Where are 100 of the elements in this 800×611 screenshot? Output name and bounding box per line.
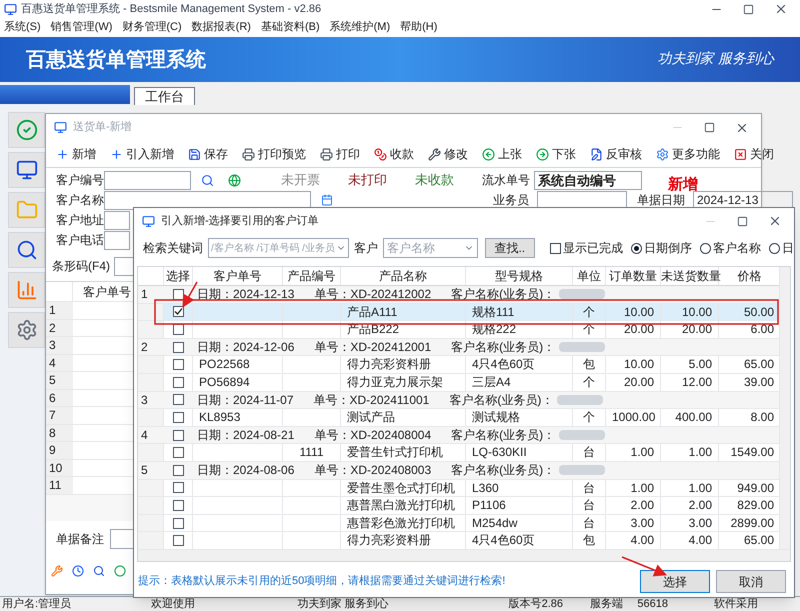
sort-radio[interactable]: 日 bbox=[769, 239, 794, 257]
column-header[interactable]: 客户单号 bbox=[73, 282, 131, 301]
menu-item[interactable]: 数据报表(R) bbox=[192, 19, 251, 36]
column-header[interactable]: 单位 bbox=[573, 267, 606, 285]
status-text: 软件采用 bbox=[713, 598, 758, 610]
menu-item[interactable]: 销售管理(W) bbox=[50, 19, 112, 36]
toolbar-button[interactable]: 新增 bbox=[56, 145, 96, 163]
table-row[interactable]: 1111 爱普生针式打印机 LQ-630KII 台 1.00 1.00 1549.00 bbox=[138, 444, 781, 462]
toolbar-button[interactable]: 打印 bbox=[320, 145, 360, 163]
table-cell: 1.00 bbox=[630, 480, 654, 495]
status-label: 未打印 bbox=[348, 171, 387, 190]
table-cell: 50.00 bbox=[744, 304, 774, 319]
row-number: 5 bbox=[140, 462, 149, 479]
table-row[interactable]: KL8953 测试产品 测试规格 个 1000.00 400.00 8.00 bbox=[138, 409, 781, 427]
table-row[interactable]: 惠普彩色激光打印机 M254dw 台 3.00 3.00 2899.00 bbox=[138, 514, 781, 532]
row-number: 10 bbox=[46, 460, 73, 476]
window-title: 送货单-新增 bbox=[73, 120, 132, 136]
toolbar-button[interactable]: 关闭 bbox=[734, 145, 774, 163]
order-date: 日期：2024-12-13 bbox=[197, 286, 294, 304]
order-number: 单号：XD-202411001 bbox=[314, 392, 430, 409]
customer-label: 客户名称(业务员)： bbox=[451, 339, 556, 356]
tab[interactable]: 工作台 bbox=[134, 87, 195, 105]
table-cell: 三层A4 bbox=[472, 374, 511, 389]
table-cell: 1549.00 bbox=[730, 445, 774, 460]
table-cell: 949.00 bbox=[737, 480, 774, 495]
hint-text: 提示：表格默认展示未引用的近50项明细，请根据需要通过关键词进行检索! bbox=[138, 574, 506, 590]
table-cell: 得力亮彩资料册 bbox=[347, 357, 431, 372]
toolbar-button[interactable]: 上张 bbox=[482, 145, 522, 163]
table-cell: 65.00 bbox=[744, 533, 774, 548]
order-date: 日期：2024-08-21 bbox=[197, 427, 294, 444]
table-cell: 10.00 bbox=[624, 357, 654, 372]
serial-number-field[interactable]: 系统自动编号 bbox=[534, 170, 642, 190]
field-label: 检索关键词 bbox=[143, 240, 203, 257]
order-date: 日期：2024-11-07 bbox=[197, 392, 294, 409]
column-header[interactable]: 产品编号 bbox=[283, 267, 341, 285]
table-cell: 39.00 bbox=[744, 374, 774, 389]
find-button[interactable]: 查找.. bbox=[484, 238, 535, 258]
sort-radio[interactable]: 日期倒序 bbox=[631, 239, 692, 257]
sort-radio[interactable]: 客户名称 bbox=[700, 239, 761, 257]
row-number: 8 bbox=[46, 424, 73, 441]
menu-item[interactable]: 系统(S) bbox=[4, 19, 41, 36]
toolbar-button[interactable]: 修改 bbox=[428, 145, 468, 163]
column-header[interactable]: 选择 bbox=[164, 267, 193, 285]
table-cell: 2899.00 bbox=[730, 516, 774, 530]
column-header[interactable]: 产品名称 bbox=[341, 267, 466, 285]
row-number: 3 bbox=[140, 392, 149, 408]
table-cell: M254dw bbox=[472, 516, 518, 530]
toolbar-button[interactable]: 保存 bbox=[188, 145, 228, 163]
status-text: 服务端 bbox=[589, 598, 623, 610]
table-cell: 得力亚克力展示架 bbox=[347, 374, 443, 389]
order-number: 单号：XD-202412001 bbox=[314, 339, 432, 356]
show-done-checkbox[interactable]: 显示已完成 bbox=[550, 239, 623, 257]
status-label: 未开票 bbox=[281, 171, 320, 190]
column-header[interactable]: 客户单号 bbox=[193, 267, 283, 285]
menu-item[interactable]: 财务管理(C) bbox=[122, 19, 182, 36]
field-label: 客户 bbox=[354, 240, 378, 257]
customer-label: 客户名称(业务员)： bbox=[451, 427, 556, 444]
table-cell: P1106 bbox=[472, 498, 506, 512]
menu-item[interactable]: 基础资料(B) bbox=[260, 19, 320, 36]
table-cell: KL8953 bbox=[199, 410, 240, 424]
table-cell: 20.00 bbox=[624, 322, 654, 336]
table-cell: 2.00 bbox=[630, 498, 654, 512]
field-label: 单据日期 bbox=[637, 192, 685, 209]
table-cell: 规格111 bbox=[472, 304, 514, 319]
column-header[interactable]: 型号规格 bbox=[466, 267, 573, 285]
dialog-button[interactable]: 取消 bbox=[716, 570, 786, 593]
table-cell: 爱普生针式打印机 bbox=[347, 445, 443, 460]
menu-item[interactable]: 系统维护(M) bbox=[330, 19, 390, 36]
column-header[interactable]: 订单数量 bbox=[606, 267, 661, 285]
table-cell: 4只4色60页 bbox=[472, 533, 535, 548]
table-cell: 惠普黑白激光打印机 bbox=[347, 498, 455, 512]
toolbar-button[interactable]: 反审核 bbox=[590, 145, 642, 163]
table-row[interactable]: 爱普生墨仓式打印机 L360 台 1.00 1.00 949.00 bbox=[138, 480, 781, 498]
table-cell: 3.00 bbox=[688, 516, 712, 530]
row-number: 2 bbox=[140, 338, 149, 356]
table-cell: 5.00 bbox=[688, 357, 712, 372]
table-cell: 6.00 bbox=[750, 322, 774, 336]
table-cell: 爱普生墨仓式打印机 bbox=[347, 480, 455, 495]
window-title: 引入新增-选择要引用的客户订单 bbox=[161, 214, 319, 229]
row-number: 1 bbox=[46, 302, 73, 318]
row-number: 4 bbox=[140, 426, 149, 444]
toolbar-button[interactable]: 更多功能 bbox=[656, 145, 720, 163]
table-cell: 1.00 bbox=[688, 445, 712, 460]
table-row[interactable]: PO56894 得力亚克力展示架 三层A4 个 20.00 12.00 39.00 bbox=[138, 374, 781, 392]
dialog-button[interactable]: 选择 bbox=[640, 570, 710, 593]
order-date: 日期：2024-12-06 bbox=[197, 339, 294, 356]
status-text: 版本号2.86 bbox=[508, 598, 563, 610]
table-cell: 3.00 bbox=[630, 516, 654, 530]
column-header[interactable]: 未送货数量 bbox=[661, 267, 719, 285]
toolbar-button[interactable]: 打印预览 bbox=[242, 145, 306, 163]
table-cell: 惠普彩色激光打印机 bbox=[347, 516, 455, 530]
toolbar-button[interactable]: 引入新增 bbox=[110, 145, 174, 163]
table-row[interactable]: PO22568 得力亮彩资料册 4只4色60页 包 10.00 5.00 65.00 bbox=[138, 356, 781, 374]
row-number: 5 bbox=[46, 372, 73, 388]
toolbar-button[interactable]: 收款 bbox=[374, 145, 414, 163]
row-number: 2 bbox=[46, 320, 73, 336]
toolbar-button[interactable]: 下张 bbox=[536, 145, 576, 163]
menu-item[interactable]: 帮助(H) bbox=[400, 19, 438, 36]
table-row[interactable]: 惠普黑白激光打印机 P1106 台 2.00 2.00 829.00 bbox=[138, 497, 781, 515]
table-cell: 台 bbox=[583, 445, 595, 460]
